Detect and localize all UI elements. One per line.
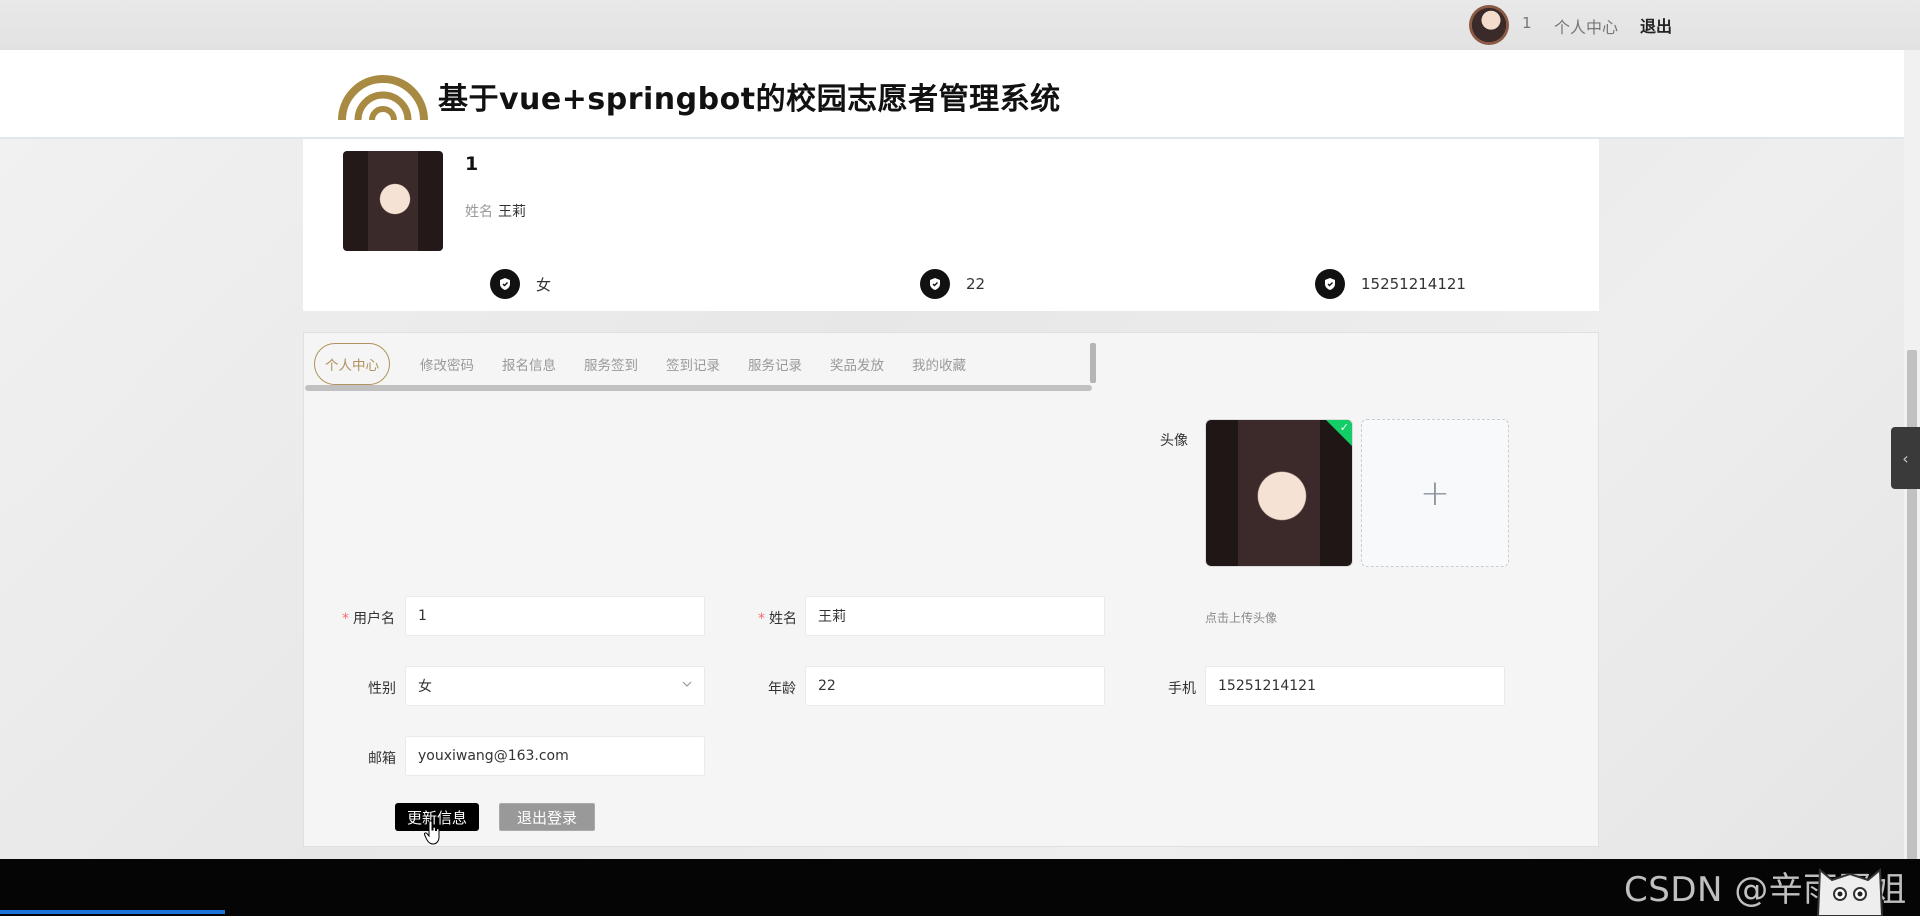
stat-age: 22: [920, 269, 985, 299]
tab-change-password[interactable]: 修改密码: [420, 346, 474, 382]
top-bar: 1 个人中心 退出: [0, 0, 1920, 50]
tab-my-favorites[interactable]: 我的收藏: [912, 346, 966, 382]
email-input[interactable]: youxiwang@163.com: [405, 736, 705, 776]
user-avatar[interactable]: [1469, 5, 1509, 45]
top-username: 1: [1522, 14, 1532, 32]
stat-gender: 女: [490, 269, 551, 299]
logout-link[interactable]: 退出: [1640, 13, 1672, 37]
tab-prize-distribution[interactable]: 奖品发放: [830, 346, 884, 382]
phone-label: 手机: [1168, 681, 1196, 697]
stat-age-value: 22: [966, 275, 986, 293]
shield-icon: [490, 269, 520, 299]
name-label-text: 姓名: [769, 611, 797, 627]
age-label: 年龄: [768, 681, 796, 697]
username-input[interactable]: 1: [405, 596, 705, 636]
shield-icon: [920, 269, 950, 299]
stat-phone: 15251214121: [1315, 269, 1466, 299]
required-mark: *: [758, 611, 765, 627]
profile-name-label: 姓名: [465, 204, 493, 220]
profile-card: 1 姓名 王莉 女 22 15251214121: [303, 139, 1599, 311]
profile-username: 1: [465, 153, 479, 175]
chevron-down-icon: [682, 681, 692, 687]
name-label: * 姓名: [758, 608, 797, 628]
phone-input[interactable]: 15251214121: [1205, 666, 1505, 706]
avatar-upload-button[interactable]: +: [1361, 419, 1509, 567]
username-label: * 用户名: [342, 608, 395, 628]
profile-name-value: 王莉: [498, 204, 526, 220]
logo-icon: [338, 75, 428, 121]
tab-service-records[interactable]: 服务记录: [748, 346, 802, 382]
plus-icon: +: [1419, 472, 1451, 514]
tab-registration-info[interactable]: 报名信息: [502, 346, 556, 382]
personal-center-link[interactable]: 个人中心: [1554, 14, 1618, 38]
tab-bar: 个人中心 修改密码 报名信息 服务签到 签到记录 服务记录 奖品发放 我的收藏: [314, 343, 994, 385]
avatar-preview[interactable]: ✓: [1205, 419, 1353, 567]
site-header: 基于vue+springbot的校园志愿者管理系统: [0, 50, 1904, 138]
age-input[interactable]: 22: [805, 666, 1105, 706]
gender-label: 性别: [368, 681, 396, 697]
check-icon: ✓: [1339, 421, 1349, 434]
tab-service-checkin[interactable]: 服务签到: [584, 346, 638, 382]
cat-mascot-icon: [1816, 867, 1884, 916]
profile-photo: [343, 151, 443, 251]
username-label-text: 用户名: [353, 611, 395, 627]
tab-scrollbar-horizontal[interactable]: [305, 385, 1092, 391]
site-title: 基于vue+springbot的校园志愿者管理系统: [438, 82, 1061, 117]
video-progress-bar[interactable]: [0, 910, 225, 914]
gender-select[interactable]: 女: [405, 666, 705, 706]
side-panel-toggle[interactable]: ‹: [1891, 427, 1920, 489]
required-mark: *: [342, 611, 349, 627]
tab-checkin-records[interactable]: 签到记录: [666, 346, 720, 382]
email-label: 邮箱: [368, 751, 396, 767]
logout-button[interactable]: 退出登录: [499, 803, 595, 831]
tab-personal-center[interactable]: 个人中心: [314, 343, 390, 385]
hand-cursor-icon: [424, 820, 440, 845]
tab-scrollbar-vertical[interactable]: [1090, 343, 1096, 383]
chevron-left-icon: ‹: [1902, 448, 1909, 468]
shield-icon: [1315, 269, 1345, 299]
stat-gender-value: 女: [536, 275, 552, 294]
stat-phone-value: 15251214121: [1361, 275, 1466, 293]
avatar-label: 头像: [1160, 433, 1188, 449]
name-input[interactable]: 王莉: [805, 596, 1105, 636]
gender-select-value: 女: [418, 679, 432, 695]
upload-tip: 点击上传头像: [1205, 611, 1278, 625]
